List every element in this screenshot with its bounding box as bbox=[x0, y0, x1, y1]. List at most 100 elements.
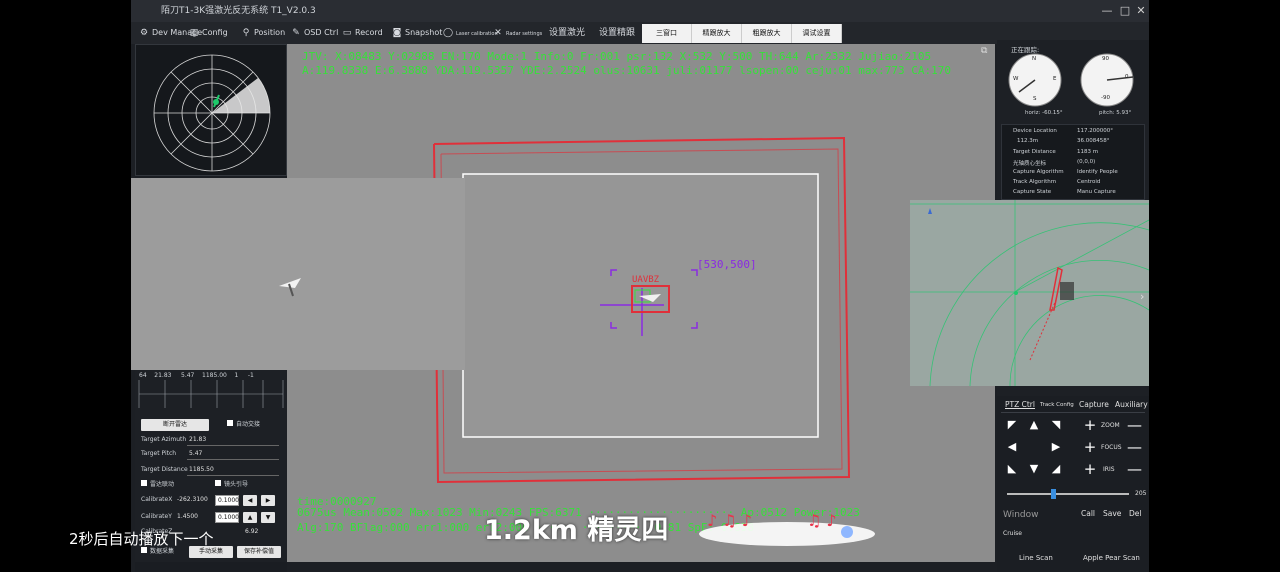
save-compensation-button[interactable]: 保存补偿值 bbox=[237, 546, 281, 558]
set-laser-button[interactable]: 设置激光 bbox=[549, 26, 585, 40]
table-cell-flag: 1 bbox=[234, 372, 239, 379]
tab-coarse-zoom[interactable]: 粗跟放大 bbox=[742, 24, 792, 43]
window-title: 陌刀T1-3K强激光反无系统 T1_V2.0.3 bbox=[161, 6, 316, 16]
radar-scope bbox=[153, 54, 271, 172]
orientation-compasses bbox=[1008, 53, 1134, 107]
table-cell-azimuth: 21.83 bbox=[154, 372, 172, 379]
hud-line-2: A:119.8338 E:6.3888 YDA:119.5357 YDE:2.2… bbox=[302, 64, 952, 77]
table-row: 64 21.83 5.47 1185.00 1 -1 bbox=[139, 372, 254, 379]
lens-guide-checkbox[interactable]: 镜头引导 bbox=[215, 479, 248, 491]
calibrate-y-step-input[interactable]: 0.1000 bbox=[215, 512, 239, 523]
svg-text:♪ ♫ ♪: ♪ ♫ ♪ bbox=[707, 511, 752, 530]
gear-icon: ⚙ bbox=[139, 28, 149, 38]
ptz-up-right-icon[interactable]: ◥ bbox=[1049, 418, 1063, 432]
info-value-2: 1183 m bbox=[1077, 149, 1099, 155]
target-azimuth-label: Target Azimuth bbox=[141, 436, 187, 443]
info-label-6: Capture State bbox=[1013, 189, 1052, 195]
compass-west: W bbox=[1013, 76, 1019, 82]
tab-track-config[interactable]: Track Config bbox=[1040, 402, 1074, 408]
autoplay-notice: 2秒后自动播放下一个 bbox=[69, 530, 214, 548]
osd-ctrl-label: OSD Ctrl bbox=[304, 28, 339, 37]
radar-map-scene bbox=[910, 200, 1149, 387]
target-distance-label: Target Distance bbox=[141, 466, 188, 473]
close-button[interactable]: ✕ bbox=[1131, 0, 1149, 22]
camera-icon: ◙ bbox=[392, 28, 402, 38]
focus-out-icon[interactable]: — bbox=[1127, 440, 1142, 455]
calibrate-y-down-button[interactable]: ▼ bbox=[261, 512, 275, 523]
info-label-0: Device Location bbox=[1013, 128, 1057, 134]
radar-link-label: 雷达联动 bbox=[150, 481, 175, 488]
ptz-down-icon[interactable]: ▼ bbox=[1027, 462, 1041, 476]
radar-settings-button[interactable]: ✕ Radar settings bbox=[493, 26, 542, 40]
calibrate-x-value: -262.3100 bbox=[177, 496, 208, 503]
info-value-6: Manu Capture bbox=[1077, 189, 1116, 195]
ptz-up-left-icon[interactable]: ◤ bbox=[1005, 418, 1019, 432]
open-radar-button[interactable]: 断开雷达 bbox=[141, 419, 209, 431]
speed-value: 205 bbox=[1135, 490, 1147, 497]
config-label: Config bbox=[202, 28, 228, 37]
ptz-down-left-icon[interactable]: ◣ bbox=[1005, 462, 1019, 476]
focus-label: FOCUS bbox=[1101, 444, 1122, 451]
config-icon: ▥ bbox=[189, 28, 199, 38]
ptz-up-icon[interactable]: ▲ bbox=[1027, 418, 1041, 432]
speed-slider-handle[interactable] bbox=[1051, 489, 1056, 499]
ptz-left-icon[interactable]: ◀ bbox=[1005, 440, 1019, 454]
ptz-down-right-icon[interactable]: ◢ bbox=[1049, 462, 1063, 476]
calibrate-y-value: 1.4500 bbox=[177, 513, 198, 520]
osd-ctrl-button[interactable]: ✎ OSD Ctrl bbox=[291, 26, 338, 40]
config-button[interactable]: ▥ Config bbox=[189, 26, 228, 40]
zoom-in-icon[interactable]: + bbox=[1083, 418, 1097, 433]
table-grid bbox=[138, 380, 284, 408]
tab-debug-settings[interactable]: 调试设置 bbox=[792, 24, 842, 43]
laser-calibration-label: Laser calibration bbox=[456, 31, 498, 37]
calibrate-x-step-input[interactable]: 0.1000 bbox=[215, 495, 239, 506]
preset-delete-button[interactable]: Del bbox=[1129, 509, 1141, 518]
data-collect-label: 数据采集 bbox=[150, 548, 175, 555]
tab-fine-zoom[interactable]: 精跟放大 bbox=[692, 24, 742, 43]
minimize-button[interactable]: — bbox=[1097, 0, 1117, 22]
position-button[interactable]: ⚲ Position bbox=[241, 26, 285, 40]
svg-text:♫ ♪: ♫ ♪ bbox=[807, 511, 837, 530]
speed-slider-track[interactable] bbox=[1007, 493, 1129, 495]
iris-close-icon[interactable]: — bbox=[1127, 462, 1142, 477]
info-label-1: 112.3m bbox=[1017, 138, 1039, 144]
iris-open-icon[interactable]: + bbox=[1083, 462, 1097, 477]
compass-north: N bbox=[1032, 56, 1037, 62]
record-button[interactable]: ▭ Record bbox=[342, 26, 383, 40]
laser-calibration-button[interactable]: ◯ Laser calibration bbox=[443, 26, 498, 40]
cruise-label: Cruise bbox=[1003, 530, 1022, 537]
tab-three-window[interactable]: 三窗口 bbox=[642, 24, 692, 43]
table-cell-extra: -1 bbox=[247, 372, 254, 379]
apple-pear-scan-button[interactable]: Apple Pear Scan bbox=[1083, 554, 1140, 562]
tab-ptz-ctrl[interactable]: PTZ Ctrl bbox=[1005, 400, 1035, 409]
calibrate-y-label: CalibrateY bbox=[141, 513, 172, 520]
radar-link-checkbox[interactable]: 雷达联动 bbox=[141, 479, 174, 491]
target-label: UAVBZ bbox=[632, 275, 660, 285]
line-scan-button[interactable]: Line Scan bbox=[1019, 554, 1053, 562]
tab-auxiliary[interactable]: Auxiliary bbox=[1115, 400, 1148, 409]
calibrate-z-value: 6.92 bbox=[245, 528, 259, 535]
set-fine-track-button[interactable]: 设置精跟 bbox=[599, 26, 635, 40]
expand-icon[interactable]: ⧉ bbox=[981, 46, 987, 56]
calibrate-x-increase-button[interactable]: ▶ bbox=[261, 495, 275, 506]
info-value-0: 117.200000° bbox=[1077, 128, 1113, 134]
ptz-right-icon[interactable]: ▶ bbox=[1049, 440, 1063, 454]
info-value-4: Identify People bbox=[1077, 169, 1118, 175]
window-label: Window bbox=[1003, 510, 1039, 520]
coarse-camera-view bbox=[131, 178, 465, 370]
chevron-right-icon[interactable]: › bbox=[1140, 290, 1144, 303]
preset-call-button[interactable]: Call bbox=[1081, 509, 1095, 518]
tab-capture[interactable]: Capture bbox=[1079, 400, 1109, 409]
snapshot-button[interactable]: ◙ Snapshot bbox=[392, 26, 443, 40]
info-label-4: Capture Algorithm bbox=[1013, 169, 1064, 175]
auto-tracking-checkbox[interactable]: 自动交接 bbox=[227, 419, 260, 431]
table-cell-distance: 1185.00 bbox=[202, 372, 227, 379]
compass-east: E bbox=[1053, 76, 1057, 82]
calibrate-x-decrease-button[interactable]: ◀ bbox=[243, 495, 257, 506]
zoom-out-icon[interactable]: — bbox=[1127, 418, 1142, 433]
horizontal-angle-reading: horiz: -60.15° bbox=[1025, 110, 1063, 116]
calibrate-y-up-button[interactable]: ▲ bbox=[243, 512, 257, 523]
ptz-control-panel: PTZ Ctrl Track Config Capture Auxiliary … bbox=[997, 396, 1149, 572]
focus-in-icon[interactable]: + bbox=[1083, 440, 1097, 455]
preset-save-button[interactable]: Save bbox=[1103, 509, 1121, 518]
